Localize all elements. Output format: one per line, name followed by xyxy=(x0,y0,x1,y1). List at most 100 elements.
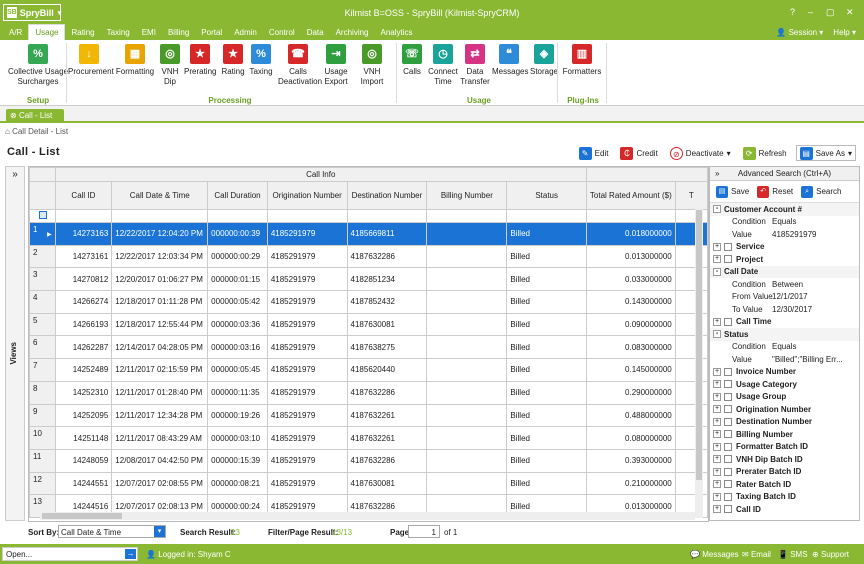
checkbox[interactable] xyxy=(724,455,732,464)
column-header-billing-number[interactable]: Billing Number xyxy=(426,181,508,210)
help-window-button[interactable]: ? xyxy=(790,7,795,17)
column-header-call-date-time[interactable]: Call Date & Time xyxy=(111,181,209,210)
adv-reset-button[interactable]: ↶ Reset xyxy=(757,185,793,198)
expand-icon[interactable]: + xyxy=(713,417,721,426)
breadcrumb-link[interactable]: Call Detail - List xyxy=(12,127,68,136)
expand-icon[interactable]: + xyxy=(713,392,721,401)
filter-cell[interactable] xyxy=(207,209,268,223)
refresh-button[interactable]: ⟳ Refresh xyxy=(740,145,790,161)
filter-call-date[interactable]: - Call Date xyxy=(710,265,859,278)
ribbon-connect-time-button[interactable]: ◷ Connect Time xyxy=(428,44,458,87)
filter-call-id[interactable]: + Call ID xyxy=(710,503,859,516)
adv-save-button[interactable]: ▤ Save xyxy=(716,185,749,198)
table-row[interactable]: 6 14262287 12/14/2017 04:28:05 PM 000000:03… xyxy=(29,335,708,360)
menu-tab-analytics[interactable]: Analytics xyxy=(375,28,419,40)
expand-views-icon[interactable]: » xyxy=(6,169,24,180)
filter-value[interactable]: "Billed";"Billing Err... xyxy=(772,355,843,364)
checkbox[interactable] xyxy=(724,505,732,514)
row-number[interactable]: 7 xyxy=(29,358,56,382)
filter-value[interactable]: 12/30/2017 xyxy=(772,305,812,314)
menu-tab-taxing[interactable]: Taxing xyxy=(101,28,136,40)
menu-tab-emi[interactable]: EMI xyxy=(136,28,162,40)
table-row[interactable]: 7 14252489 12/11/2017 02:15:59 PM 000000:05… xyxy=(29,358,708,382)
collapse-icon[interactable]: - xyxy=(713,205,721,214)
collapse-icon[interactable]: - xyxy=(713,267,721,276)
checkbox[interactable] xyxy=(724,492,732,501)
table-row[interactable]: 8 14252310 12/11/2017 01:28:40 PM 000000:11… xyxy=(29,380,708,405)
expand-icon[interactable]: + xyxy=(713,242,721,251)
collapse-panel-icon[interactable]: » xyxy=(715,167,719,181)
menu-tab-rating[interactable]: Rating xyxy=(65,28,100,40)
row-number[interactable]: 8 xyxy=(29,380,56,405)
expand-icon[interactable]: + xyxy=(713,455,721,464)
table-row[interactable]: 2 14273161 12/22/2017 12:03:34 PM 000000:00… xyxy=(29,244,708,269)
messages-link[interactable]: 💬 Messages xyxy=(690,550,739,559)
expand-icon[interactable]: + xyxy=(713,255,721,264)
row-number[interactable]: 4 xyxy=(29,290,56,314)
filter-invoice-number[interactable]: + Invoice Number xyxy=(710,366,859,379)
ribbon-usage-export-button[interactable]: ⇥ Usage Export xyxy=(321,44,351,87)
filter-condition-row[interactable]: Condition Equals xyxy=(710,341,859,354)
expand-icon[interactable]: + xyxy=(713,405,721,414)
filter-usage-category[interactable]: + Usage Category xyxy=(710,378,859,391)
expand-icon[interactable]: + xyxy=(713,442,721,451)
support-link[interactable]: ⊕ Support xyxy=(812,550,849,559)
filter-customer-account[interactable]: - Customer Account # xyxy=(710,203,859,216)
filter-cell[interactable] xyxy=(54,209,113,223)
expand-icon[interactable]: + xyxy=(713,380,721,389)
scroll-thumb[interactable] xyxy=(696,210,702,480)
ribbon-data-transfer-button[interactable]: ⇄ Data Transfer xyxy=(460,44,490,87)
adv-search-button[interactable]: ⌕ Search xyxy=(801,185,842,198)
filter-icon[interactable] xyxy=(29,209,56,223)
deactivate-button[interactable]: ⊘ Deactivate ▾ xyxy=(667,145,734,161)
filter-condition-row[interactable]: Value 4185291979 xyxy=(710,228,859,241)
minimize-button[interactable]: – xyxy=(808,7,813,17)
table-row[interactable]: 10 14251148 12/11/2017 08:43:29 AM 000000:0… xyxy=(29,426,708,450)
column-header-call-id[interactable]: Call ID xyxy=(54,181,113,210)
filter-project[interactable]: + Project xyxy=(710,253,859,266)
column-header-destination-number[interactable]: Destination Number xyxy=(346,181,428,210)
menu-tab-ar[interactable]: A/R xyxy=(3,28,28,40)
menu-tab-portal[interactable]: Portal xyxy=(195,28,228,40)
table-row[interactable]: 4 14266274 12/18/2017 01:11:28 PM 000000:05… xyxy=(29,290,708,314)
filter-vnh-dip-batch-id[interactable]: + VNH Dip Batch ID xyxy=(710,453,859,466)
filter-value[interactable]: 12/1/2017 xyxy=(772,292,808,301)
row-number[interactable]: 6 xyxy=(29,335,56,360)
email-link[interactable]: ✉ Email xyxy=(742,550,771,559)
filter-cell[interactable] xyxy=(506,209,587,223)
row-number[interactable]: 11 xyxy=(29,448,56,473)
credit-button[interactable]: ₵ Credit xyxy=(617,145,660,161)
filter-value[interactable]: Between xyxy=(772,280,803,289)
help-menu[interactable]: Help ▾ xyxy=(833,28,856,37)
table-row[interactable]: 12 14244551 12/07/2017 02:08:55 PM 000000:0… xyxy=(29,471,708,496)
horizontal-scrollbar[interactable] xyxy=(40,512,695,520)
sort-by-select[interactable]: Call Date & Time ▾ xyxy=(58,525,166,538)
checkbox[interactable] xyxy=(724,430,732,439)
expand-icon[interactable]: + xyxy=(713,430,721,439)
ribbon-prerating-button[interactable]: ★ Prerating xyxy=(184,44,216,77)
filter-taxing-batch-id[interactable]: + Taxing Batch ID xyxy=(710,491,859,504)
row-number[interactable]: 1 ▶ xyxy=(29,222,56,246)
filter-call-time[interactable]: + Call Time xyxy=(710,316,859,329)
filter-cell[interactable] xyxy=(266,209,348,223)
ribbon-calls-deactivation-button[interactable]: ☎ Calls Deactivation xyxy=(278,44,322,87)
maximize-button[interactable]: ▢ xyxy=(826,7,835,18)
expand-icon[interactable]: + xyxy=(713,367,721,376)
filter-cell[interactable] xyxy=(346,209,428,223)
ribbon-procurement-button[interactable]: ↓ Procurement xyxy=(68,44,114,77)
ribbon-storage-button[interactable]: ◈ Storage xyxy=(529,44,559,77)
column-header-origination-number[interactable]: Origination Number xyxy=(266,181,348,210)
sms-link[interactable]: 📱 SMS xyxy=(778,550,808,559)
row-number[interactable]: 3 xyxy=(29,267,56,292)
expand-icon[interactable]: + xyxy=(713,492,721,501)
checkbox[interactable] xyxy=(724,242,732,251)
ribbon-taxing-button[interactable]: % Taxing xyxy=(248,44,274,77)
filter-condition-row[interactable]: To Value 12/30/2017 xyxy=(710,303,859,316)
table-row[interactable]: 3 14270812 12/20/2017 01:06:27 PM 000000:01… xyxy=(29,267,708,292)
checkbox[interactable] xyxy=(724,480,732,489)
open-input[interactable]: Open... → xyxy=(2,547,138,561)
table-row[interactable]: 5 14266193 12/18/2017 12:55:44 PM 000000:03… xyxy=(29,312,708,337)
menu-tab-admin[interactable]: Admin xyxy=(228,28,263,40)
session-menu[interactable]: 👤 Session ▾ xyxy=(776,28,823,37)
checkbox[interactable] xyxy=(724,255,732,264)
